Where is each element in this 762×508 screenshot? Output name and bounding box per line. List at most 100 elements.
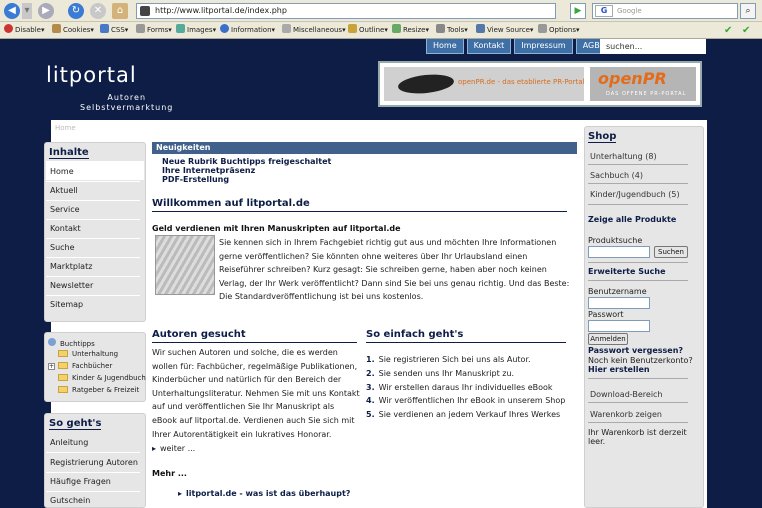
- toolbar-view-source[interactable]: View Source▾: [476, 22, 533, 39]
- toolbar-information[interactable]: Information▾: [220, 22, 275, 39]
- developer-toolbar: Disable▾ Cookies▾ CSS▾ Forms▾ Images▾ In…: [0, 22, 762, 39]
- topnav-impressum[interactable]: Impressum: [514, 39, 573, 54]
- toolbar-outline[interactable]: Outline▾: [348, 22, 388, 39]
- nav-item-aktuell[interactable]: Aktuell: [50, 186, 78, 195]
- info-icon: [220, 24, 229, 33]
- nav-item-sitemap[interactable]: Sitemap: [50, 300, 83, 309]
- css-icon: [100, 24, 109, 33]
- tree-item-kinder[interactable]: Kinder & Jugendbuch: [58, 374, 146, 382]
- tree-root[interactable]: Buchtipps: [48, 338, 95, 348]
- password-input[interactable]: [588, 320, 650, 332]
- forgot-password-link[interactable]: Passwort vergessen?: [588, 346, 683, 355]
- toolbar-options[interactable]: Options▾: [538, 22, 580, 39]
- easy-step: 5. Sie verdienen an jedem Verkauf Ihres W…: [366, 410, 561, 419]
- search-placeholder: Google: [617, 7, 642, 15]
- shop-category[interactable]: Kinder/Jugendbuch (5): [590, 190, 680, 199]
- site-tagline: Autoren Selbstvermarktung: [80, 93, 174, 112]
- home-icon[interactable]: ⌂: [112, 3, 128, 19]
- toolbar-css[interactable]: CSS▾: [100, 22, 128, 39]
- toolbar-miscellaneous[interactable]: Miscellaneous▾: [282, 22, 346, 39]
- folder-icon: [58, 362, 68, 369]
- news-item[interactable]: PDF-Erstellung: [162, 175, 229, 184]
- back-dropdown-icon[interactable]: ▾: [22, 3, 32, 19]
- shop-title: Shop: [588, 131, 617, 143]
- sogehts-title: So geht's: [49, 418, 102, 430]
- easy-step: 1. Sie registrieren Sich bei uns als Auto…: [366, 355, 531, 364]
- news-item[interactable]: Neue Rubrik Buchtipps freigeschaltet: [162, 157, 331, 166]
- folder-icon: [58, 374, 68, 381]
- nav-item-marktplatz[interactable]: Marktplatz: [50, 262, 92, 271]
- toolbar-resize[interactable]: Resize▾: [392, 22, 429, 39]
- search-button[interactable]: Suchen: [654, 246, 688, 258]
- shop-category[interactable]: Sachbuch (4): [590, 171, 643, 180]
- download-link[interactable]: Download-Bereich: [590, 390, 663, 399]
- search-box[interactable]: G Google: [592, 3, 738, 19]
- toolbar-tools[interactable]: Tools▾: [436, 22, 468, 39]
- nav-item-newsletter[interactable]: Newsletter: [50, 281, 93, 290]
- sogehts-faq[interactable]: Häufige Fragen: [50, 477, 111, 486]
- address-text: http://www.litportal.de/index.php: [155, 6, 287, 15]
- cart-status: Ihr Warenkorb ist derzeit leer.: [588, 428, 687, 446]
- validate-icon[interactable]: ✔: [742, 22, 750, 39]
- folder-icon: [58, 350, 68, 357]
- check-icon[interactable]: ✔: [724, 22, 732, 39]
- toolbar-cookies[interactable]: Cookies▾: [52, 22, 94, 39]
- breadcrumb[interactable]: Home: [55, 124, 76, 132]
- arrow-right-icon: ▸: [178, 489, 183, 498]
- misc-icon: [282, 24, 291, 33]
- forward-icon[interactable]: ▶: [38, 3, 54, 19]
- password-label: Passwort: [588, 310, 624, 319]
- tree-item-ratgeber[interactable]: Ratgeber & Freizeit: [58, 386, 139, 394]
- tools-icon: [436, 24, 445, 33]
- forms-icon: [136, 24, 145, 33]
- no-account-text: Noch kein Benutzerkonto?: [588, 356, 693, 365]
- site-logo[interactable]: litportal: [46, 63, 137, 87]
- expand-icon[interactable]: +: [48, 363, 55, 370]
- product-search-input[interactable]: [588, 246, 650, 258]
- nav-item-kontakt[interactable]: Kontakt: [50, 224, 81, 233]
- mehr-link[interactable]: ▸ litportal.de - was ist das überhaupt?: [178, 489, 350, 498]
- go-button[interactable]: ▶: [570, 3, 586, 19]
- shop-category[interactable]: Unterhaltung (8): [590, 152, 657, 161]
- sogehts-registrierung[interactable]: Registrierung Autoren: [50, 458, 138, 467]
- username-input[interactable]: [588, 297, 650, 309]
- register-link[interactable]: Hier erstellen: [588, 365, 650, 374]
- openpr-banner[interactable]: openPR.de - das etablierte PR-Portal ope…: [378, 61, 702, 107]
- news-item[interactable]: Ihre Internetpräsenz: [162, 166, 255, 175]
- toolbar-disable[interactable]: Disable▾: [4, 22, 44, 39]
- reload-icon[interactable]: ↻: [68, 3, 84, 19]
- tree-item-unterhaltung[interactable]: Unterhaltung: [58, 350, 118, 358]
- authors-text: Wir suchen Autoren und solche, die es we…: [152, 348, 360, 439]
- username-label: Benutzername: [588, 287, 647, 296]
- toolbar-images[interactable]: Images▾: [176, 22, 216, 39]
- manuscript-image: [155, 235, 215, 295]
- nav-item-suche[interactable]: Suche: [50, 243, 75, 252]
- sogehts-anleitung[interactable]: Anleitung: [50, 438, 88, 447]
- view-source-icon: [476, 24, 485, 33]
- stop-icon[interactable]: ✕: [90, 3, 106, 19]
- toolbar-forms[interactable]: Forms▾: [136, 22, 172, 39]
- product-search-label: Produktsuche: [588, 236, 643, 245]
- topnav-kontakt[interactable]: Kontakt: [466, 39, 512, 54]
- google-icon[interactable]: G: [595, 5, 613, 17]
- nav-item-home[interactable]: Home: [50, 167, 74, 176]
- advanced-search-link[interactable]: Erweiterte Suche: [588, 267, 666, 276]
- cart-link[interactable]: Warenkorb zeigen: [590, 410, 662, 419]
- welcome-subtitle: Geld verdienen mit Ihren Manuskripten au…: [152, 224, 401, 233]
- search-go-icon[interactable]: ⌕: [740, 3, 756, 19]
- back-icon[interactable]: ◀: [4, 3, 20, 19]
- sogehts-gutschein[interactable]: Gutschein: [50, 496, 90, 505]
- site-search-input[interactable]: suchen...: [600, 39, 706, 54]
- favicon-icon: [140, 6, 150, 16]
- topnav-home[interactable]: Home: [426, 39, 464, 54]
- nav-item-service[interactable]: Service: [50, 205, 80, 214]
- address-bar[interactable]: http://www.litportal.de/index.php: [136, 3, 556, 19]
- arrow-right-icon: ▸: [152, 444, 157, 453]
- tree-item-fachbuecher[interactable]: + Fachbücher: [48, 362, 112, 370]
- folder-icon: [58, 386, 68, 393]
- login-button[interactable]: Anmelden: [588, 333, 628, 345]
- authors-more-link[interactable]: ▸ weiter ...: [152, 442, 195, 456]
- all-products-link[interactable]: Zeige alle Produkte: [588, 215, 676, 224]
- easy-step: 3. Wir erstellen daraus Ihr individuelles…: [366, 383, 553, 392]
- easy-title: So einfach geht's: [366, 329, 464, 340]
